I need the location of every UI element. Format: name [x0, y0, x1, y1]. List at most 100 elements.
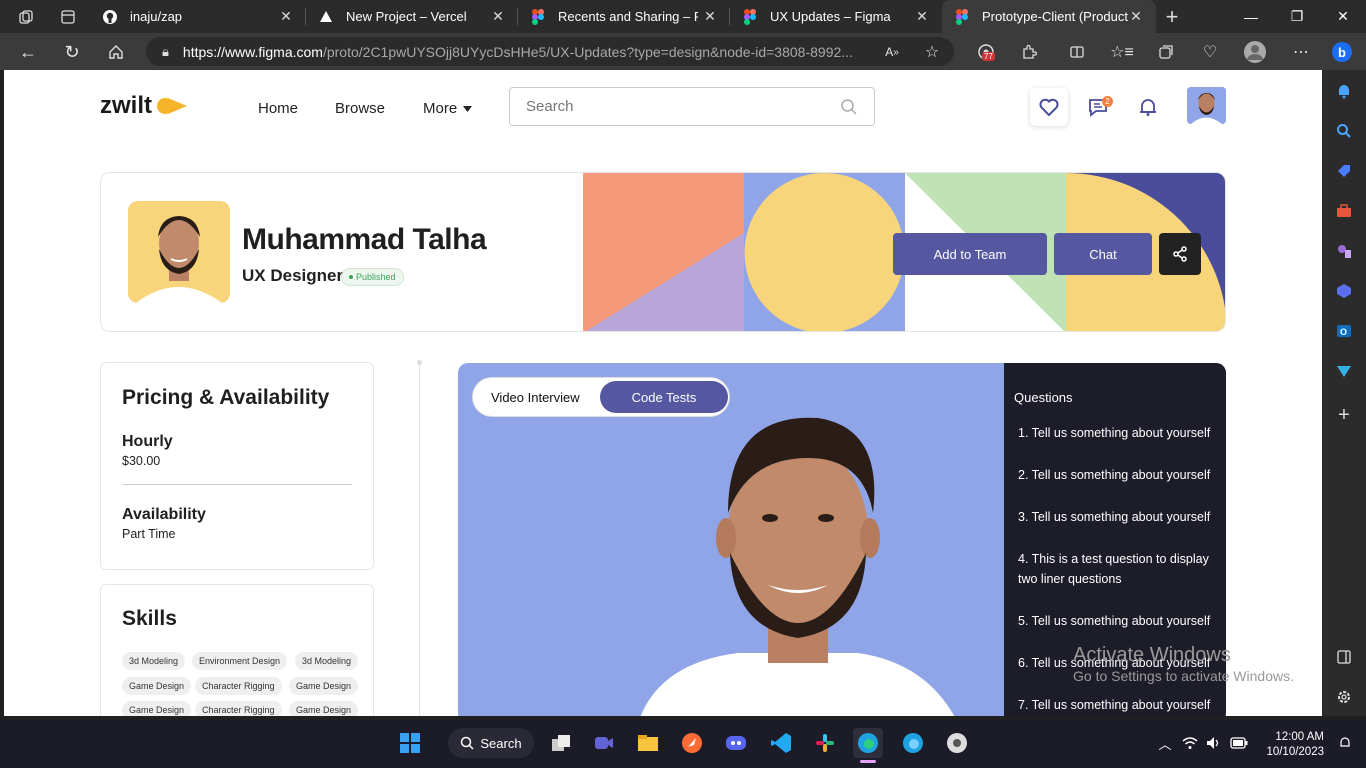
chat-button[interactable]: Chat — [1054, 233, 1152, 275]
taskbar-search-label: Search — [480, 735, 522, 751]
question-item[interactable]: 5. Tell us something about yourself — [1018, 611, 1222, 631]
sidebar-layout-icon[interactable] — [1333, 646, 1355, 668]
games-icon[interactable] — [1333, 240, 1355, 262]
refresh-icon[interactable]: ↻ — [60, 40, 84, 64]
search-icon[interactable] — [1333, 120, 1355, 142]
nav-more[interactable]: More — [423, 100, 473, 117]
browser-tab[interactable]: Recents and Sharing – Figma ✕ — [518, 0, 730, 33]
profile-icon[interactable] — [1243, 40, 1267, 64]
teams-meet-icon[interactable] — [589, 728, 619, 758]
profile-name: Muhammad Talha — [242, 223, 487, 256]
slack-icon[interactable] — [810, 728, 840, 758]
bing-copilot-icon[interactable]: b — [1330, 40, 1354, 64]
read-aloud-icon[interactable]: A» — [880, 40, 904, 64]
copilot-icon[interactable] — [1333, 280, 1355, 302]
address-bar[interactable]: 🔒︎ https://www.figma.com/proto/2C1pwUYSO… — [146, 37, 954, 66]
favorites-heart-button[interactable] — [1030, 88, 1068, 126]
new-tab-icon[interactable]: + — [1156, 0, 1188, 33]
add-to-team-button[interactable]: Add to Team — [893, 233, 1047, 275]
notification-center-icon[interactable] — [1334, 728, 1356, 758]
browser-tab[interactable]: inaju/zap ✕ — [90, 0, 306, 33]
messages-button[interactable]: 2 — [1080, 88, 1118, 126]
extension-icon[interactable]: 77 — [974, 40, 998, 64]
extensions-puzzle-icon[interactable] — [1017, 40, 1041, 64]
user-avatar[interactable] — [1187, 87, 1226, 124]
tab-actions-icon[interactable] — [46, 0, 90, 33]
settings-more-icon[interactable]: ⋯ — [1289, 40, 1313, 64]
browser-tab-active[interactable]: Prototype-Client (Product ✕ — [942, 0, 1156, 33]
close-tab-icon[interactable]: ✕ — [490, 8, 506, 25]
file-explorer-icon[interactable] — [633, 728, 663, 758]
lock-icon: 🔒︎ — [162, 43, 169, 59]
back-icon[interactable]: ← — [16, 40, 40, 64]
interview-tab-toggle: Video Interview Code Tests — [472, 377, 730, 417]
shopping-tag-icon[interactable] — [1333, 160, 1355, 182]
profile-photo — [128, 201, 230, 303]
collections-icon[interactable] — [1154, 40, 1178, 64]
split-screen-icon[interactable] — [1065, 40, 1089, 64]
tab-video-interview[interactable]: Video Interview — [491, 390, 580, 405]
postman-icon[interactable] — [677, 728, 707, 758]
favorite-star-icon[interactable]: ☆ — [920, 40, 944, 64]
minimize-icon[interactable]: — — [1228, 0, 1274, 33]
question-item[interactable]: 1. Tell us something about yourself — [1018, 423, 1222, 443]
close-tab-icon[interactable]: ✕ — [914, 8, 930, 25]
task-view-icon[interactable] — [546, 728, 576, 758]
question-item[interactable]: 3. Tell us something about yourself — [1018, 507, 1222, 527]
windows-start-icon[interactable] — [395, 728, 425, 758]
vscode-icon[interactable] — [766, 728, 796, 758]
tab-title: Recents and Sharing – Figma — [558, 9, 698, 24]
tab-code-tests[interactable]: Code Tests — [600, 381, 728, 413]
close-window-icon[interactable]: ✕ — [1320, 0, 1366, 33]
close-tab-icon[interactable]: ✕ — [278, 8, 294, 25]
skills-title: Skills — [122, 607, 177, 630]
drop-icon[interactable] — [1333, 360, 1355, 382]
browser-essentials-icon[interactable]: ♡ — [1198, 40, 1222, 64]
notification-bell-icon[interactable] — [1333, 80, 1355, 102]
system-tray[interactable] — [1180, 728, 1250, 758]
question-item[interactable]: 4. This is a test question to display tw… — [1018, 549, 1218, 589]
discord-icon[interactable] — [721, 728, 751, 758]
home-icon[interactable] — [104, 40, 128, 64]
add-sidebar-app-icon[interactable]: + — [1333, 404, 1355, 426]
clock[interactable]: 12:00 AM 10/10/2023 — [1256, 730, 1324, 760]
restore-icon[interactable]: ❐ — [1274, 0, 1320, 33]
sidebar-settings-gear-icon[interactable] — [1333, 686, 1355, 708]
question-item[interactable]: 7. Tell us something about yourself — [1018, 695, 1222, 715]
question-item[interactable]: 2. Tell us something about yourself — [1018, 465, 1222, 485]
close-tab-icon[interactable]: ✕ — [1128, 8, 1144, 25]
profile-header-card: Muhammad Talha UX Designer Published Add… — [100, 172, 1226, 332]
notifications-button[interactable] — [1129, 88, 1167, 126]
search-icon[interactable] — [840, 98, 858, 116]
edge-dev-icon[interactable] — [898, 728, 928, 758]
browser-tab[interactable]: New Project – Vercel ✕ — [306, 0, 518, 33]
share-icon — [1173, 246, 1187, 262]
clock-date: 10/10/2023 — [1266, 746, 1324, 758]
close-tab-icon[interactable]: ✕ — [702, 8, 718, 25]
edge-browser-icon[interactable] — [853, 728, 883, 758]
availability-value: Part Time — [122, 527, 176, 541]
taskbar-search[interactable]: Search — [448, 728, 534, 758]
heart-icon — [1039, 98, 1059, 116]
svg-text:b: b — [1338, 45, 1346, 60]
status-text: Published — [356, 272, 396, 282]
pricing-panel: Pricing & Availability Hourly $30.00 Ava… — [100, 362, 374, 570]
share-button[interactable] — [1159, 233, 1201, 275]
figma-icon — [742, 8, 758, 25]
zwilt-logo[interactable]: zwilt — [100, 92, 188, 120]
tools-icon[interactable] — [1333, 200, 1355, 222]
favorites-icon[interactable]: ☆≡ — [1110, 40, 1134, 64]
outlook-icon[interactable]: O — [1333, 320, 1355, 342]
messages-badge: 2 — [1102, 96, 1113, 107]
skill-chip: Game Design — [289, 677, 359, 695]
search-input[interactable] — [526, 98, 826, 115]
tab-title: inaju/zap — [130, 9, 183, 24]
skill-chip: Game Design — [122, 677, 192, 695]
browser-tab[interactable]: UX Updates – Figma ✕ — [730, 0, 942, 33]
nav-home[interactable]: Home — [258, 100, 298, 117]
workspaces-icon[interactable] — [4, 0, 48, 33]
chrome-app-icon[interactable] — [942, 728, 972, 758]
interview-video-portrait[interactable] — [618, 403, 978, 716]
show-hidden-icons-chevron-icon[interactable]: ︿ — [1150, 728, 1180, 758]
nav-browse[interactable]: Browse — [335, 100, 385, 117]
